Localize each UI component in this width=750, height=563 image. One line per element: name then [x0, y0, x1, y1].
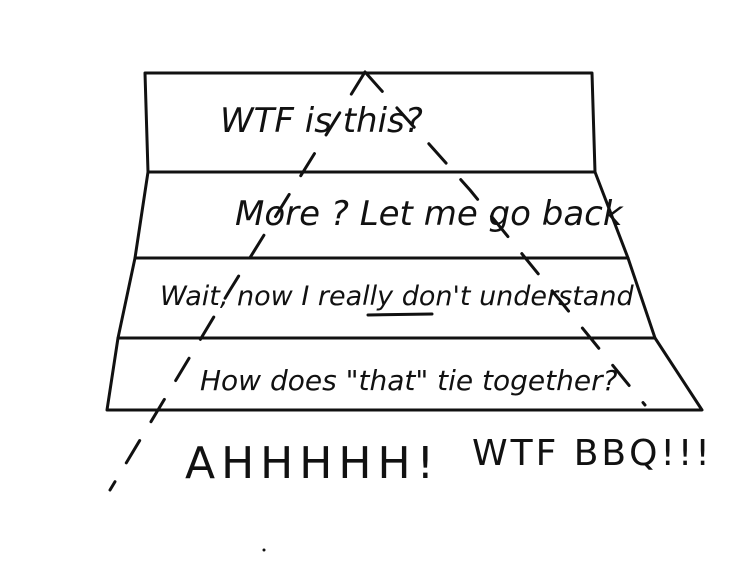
bottom-exclamation: AHHHHH! WTF BBQ!!!: [185, 433, 713, 489]
tier-4-label: How does "that" tie together?: [200, 364, 618, 397]
tier-2-label: More ? Let me go back: [235, 194, 624, 234]
wtf-bbq-text: WTF BBQ!!!: [472, 433, 713, 474]
pen-dot: [262, 548, 266, 552]
tier-3-label-start: Wait, now I: [160, 281, 318, 312]
tier-1-label: WTF is this?: [220, 101, 423, 141]
tier-3-label: Wait, now I really don't understand: [160, 281, 634, 312]
tier-3-label-emphasis: really: [318, 281, 394, 312]
shout-text: AHHHHH!: [185, 438, 440, 489]
emphasis-underline: [366, 312, 434, 317]
wtf-pyramid-diagram: WTF is this? More ? Let me go back Wait,…: [105, 70, 713, 552]
tier-labels: WTF is this? More ? Let me go back Wait,…: [160, 101, 634, 397]
tier-3-label-end: don't understand: [393, 281, 634, 312]
